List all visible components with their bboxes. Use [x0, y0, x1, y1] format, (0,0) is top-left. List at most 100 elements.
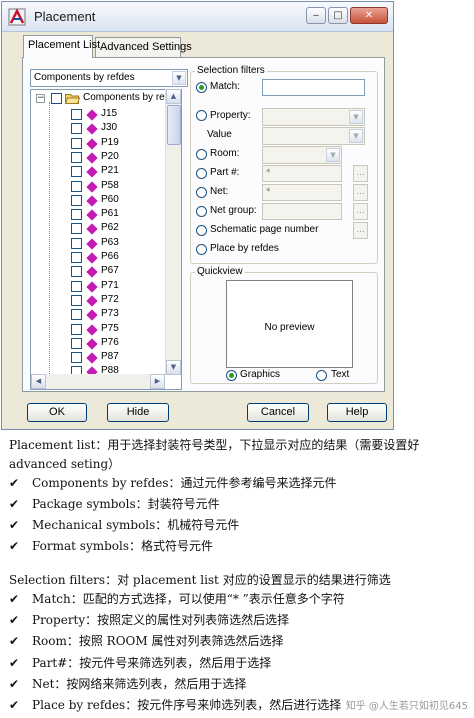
scroll-up-icon[interactable]: ▲ — [166, 89, 181, 104]
tree-item[interactable]: P87 — [31, 350, 166, 365]
tree-item-checkbox[interactable] — [71, 294, 82, 306]
place-by-refdes-radio[interactable] — [196, 244, 207, 255]
tree-item[interactable]: P72 — [31, 293, 166, 308]
match-label: Match: — [210, 81, 241, 92]
tree-item-label: P21 — [101, 165, 119, 177]
tree-item-checkbox[interactable] — [71, 137, 82, 149]
scroll-right-icon[interactable]: ▶ — [150, 374, 165, 389]
tree-item-checkbox[interactable] — [71, 352, 82, 364]
root-checkbox[interactable] — [51, 93, 62, 104]
tree-item[interactable]: P63 — [31, 236, 166, 251]
tree-item-checkbox[interactable] — [71, 180, 82, 192]
tree-item-checkbox[interactable] — [71, 309, 82, 321]
cancel-button[interactable]: Cancel — [247, 403, 309, 422]
check-icon: ✔ — [9, 676, 20, 691]
tree-item-checkbox[interactable] — [71, 109, 82, 120]
graphics-radio[interactable] — [226, 370, 237, 381]
tree-item[interactable]: P62 — [31, 221, 166, 236]
hide-button[interactable]: Hide — [107, 403, 169, 422]
room-radio[interactable] — [196, 149, 207, 160]
bullet-text: Net：按网络来筛选列表，然后用于选择 — [32, 676, 247, 691]
check-icon: ✔ — [9, 655, 20, 670]
scroll-thumb[interactable] — [167, 105, 181, 145]
tree-item-label: P75 — [101, 322, 119, 334]
preview-pane: No preview — [226, 280, 353, 368]
tree-item-checkbox[interactable] — [71, 337, 82, 349]
tree-item[interactable]: P71 — [31, 279, 166, 294]
component-diamond-icon — [86, 252, 98, 264]
component-diamond-icon — [86, 238, 98, 250]
tree-root-node[interactable]: − Components by refdes — [31, 90, 181, 106]
tree-item-checkbox[interactable] — [71, 237, 82, 249]
minimize-button[interactable]: ‒ — [306, 7, 326, 24]
tree-item-checkbox[interactable] — [71, 223, 82, 235]
ok-button[interactable]: OK — [27, 403, 87, 422]
net-group-radio[interactable] — [196, 206, 207, 217]
tree-item-label: P87 — [101, 351, 119, 363]
close-button[interactable]: ✕ — [350, 7, 388, 24]
schematic-page-radio[interactable] — [196, 225, 207, 236]
net-radio[interactable] — [196, 187, 207, 198]
property-select[interactable]: ▼ — [262, 108, 365, 126]
schematic-browse-button[interactable]: ... — [353, 222, 368, 239]
component-diamond-icon — [86, 209, 98, 221]
check-icon: ✔ — [9, 518, 20, 532]
tree-item-checkbox[interactable] — [71, 209, 82, 221]
help-button[interactable]: Help — [327, 403, 387, 422]
net-browse-button[interactable]: ... — [353, 184, 368, 201]
tree-item-checkbox[interactable] — [71, 194, 82, 206]
match-radio[interactable] — [196, 82, 207, 93]
room-select[interactable]: ▼ — [262, 146, 342, 164]
tree-item[interactable]: P67 — [31, 264, 166, 279]
match-input[interactable] — [262, 79, 365, 96]
list-type-select[interactable]: Components by refdes ▼ — [30, 69, 188, 87]
tree-item[interactable]: P58 — [31, 179, 166, 194]
tree-item-checkbox[interactable] — [71, 123, 82, 135]
tree-item[interactable]: J15 — [31, 107, 166, 122]
tree-item-checkbox[interactable] — [71, 166, 82, 178]
tree-item-checkbox[interactable] — [71, 323, 82, 335]
check-icon: ✔ — [9, 592, 20, 606]
tree-item[interactable]: P19 — [31, 136, 166, 151]
text-radio[interactable] — [316, 370, 327, 381]
tree-item[interactable]: P75 — [31, 322, 166, 337]
tree-item-checkbox[interactable] — [71, 280, 82, 292]
tree-item[interactable]: P66 — [31, 250, 166, 265]
tree-item[interactable]: P21 — [31, 164, 166, 179]
part-radio[interactable] — [196, 168, 207, 179]
property-radio[interactable] — [196, 110, 207, 121]
collapse-toggle[interactable]: − — [36, 94, 45, 103]
net-input[interactable]: * — [262, 184, 342, 201]
check-icon: ✔ — [9, 497, 20, 511]
net-group-input[interactable] — [262, 203, 342, 220]
tree-item[interactable]: J30 — [31, 121, 166, 136]
tree-item-checkbox[interactable] — [71, 252, 82, 263]
tree-item[interactable]: P60 — [31, 193, 166, 208]
tree-item[interactable]: P61 — [31, 207, 166, 222]
tree-vertical-scrollbar[interactable]: ▲ ▼ — [165, 89, 181, 375]
title-bar[interactable]: Placement ‒ □ ✕ — [2, 2, 393, 32]
value-select[interactable]: ▼ — [262, 127, 365, 145]
tree-item-checkbox[interactable] — [71, 266, 82, 278]
tree-item-label: P20 — [101, 150, 119, 162]
component-tree[interactable]: − Components by refdes J15 J30 P19 P20 P21 P5… — [30, 89, 182, 390]
property-label: Property: — [210, 110, 251, 121]
part-input[interactable]: * — [262, 165, 342, 182]
tab-placement-list[interactable]: Placement List — [23, 35, 100, 58]
tab-advanced-settings[interactable]: Advanced Settings — [95, 37, 192, 58]
tree-item[interactable]: P76 — [31, 336, 166, 351]
tree-item[interactable]: P20 — [31, 150, 166, 165]
tree-item-checkbox[interactable] — [71, 151, 82, 163]
chevron-down-icon: ▼ — [349, 129, 363, 143]
scroll-down-icon[interactable]: ▼ — [166, 360, 181, 375]
maximize-button[interactable]: □ — [328, 7, 348, 24]
tree-item-label: P71 — [101, 279, 119, 291]
watermark-text: 知乎 @人生若只如初见645 — [345, 701, 468, 712]
component-diamond-icon — [86, 266, 98, 278]
net-group-browse-button[interactable]: ... — [353, 203, 368, 220]
tree-item[interactable]: P73 — [31, 307, 166, 322]
part-browse-button[interactable]: ... — [353, 165, 368, 182]
tree-item-label: P67 — [101, 265, 119, 277]
scroll-left-icon[interactable]: ◀ — [31, 374, 46, 389]
tree-horizontal-scrollbar[interactable]: ◀ ▶ — [31, 374, 165, 389]
